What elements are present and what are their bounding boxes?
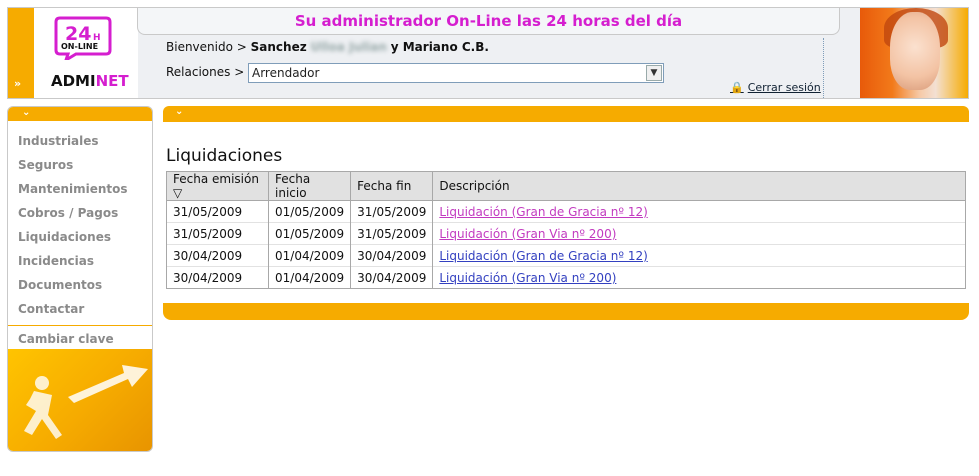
logout-label: Cerrar sesión — [747, 81, 821, 94]
cell-fecha-fin: 30/04/2009 — [350, 266, 434, 289]
table-row: 31/05/2009 01/05/2009 31/05/2009 Liquida… — [166, 222, 966, 245]
table-row: 30/04/2009 01/04/2009 30/04/2009 Liquida… — [166, 266, 966, 289]
main-header-bar: ⌄ — [163, 106, 969, 122]
header-title-bar: Su administrador On-Line las 24 horas de… — [137, 8, 840, 35]
sidebar-item-documentos[interactable]: Documentos — [8, 273, 152, 297]
sort-desc-icon[interactable]: ▽ — [173, 186, 182, 200]
chevron-down-icon[interactable]: ⌄ — [175, 106, 183, 117]
welcome-user-rest: y Mariano C.B. — [390, 40, 489, 54]
sidebar-item-incidencias[interactable]: Incidencias — [8, 249, 152, 273]
cell-fecha-fin: 31/05/2009 — [350, 200, 434, 223]
welcome-label: Bienvenido > — [166, 40, 247, 54]
cell-fecha-inicio: 01/05/2009 — [267, 200, 352, 223]
table-header-row: Fecha emisión ▽ Fecha inicio Fecha fin D… — [166, 171, 966, 201]
liquidacion-link[interactable]: Liquidación (Gran de Gracia nº 12) — [439, 249, 647, 263]
logout-link[interactable]: 🔒 Cerrar sesión — [730, 81, 821, 94]
liquidacion-link[interactable]: Liquidación (Gran Via nº 200) — [439, 271, 616, 285]
sidebar-item-liquidaciones[interactable]: Liquidaciones — [8, 225, 152, 249]
column-descripcion[interactable]: Descripción — [432, 171, 966, 201]
sidebar-item-cambiar-clave[interactable]: Cambiar clave — [8, 328, 152, 350]
cell-fecha-emision: 30/04/2009 — [166, 266, 269, 289]
adminet-wordmark: ADMINET — [51, 72, 129, 90]
brand-part-b: NET — [95, 72, 129, 90]
welcome-user-blurred: Ulloa Julian — [310, 40, 387, 54]
runner-icon — [24, 376, 62, 439]
header-dotted-divider — [823, 38, 824, 98]
cell-fecha-inicio: 01/05/2009 — [267, 222, 352, 245]
photo-face — [890, 12, 940, 90]
relations-select[interactable]: Arrendador ▼ — [248, 63, 664, 83]
sidebar-item-industriales[interactable]: Industriales — [8, 129, 152, 153]
column-fecha-inicio[interactable]: Fecha inicio — [267, 171, 352, 201]
column-fecha-emision[interactable]: Fecha emisión ▽ — [166, 171, 269, 201]
header-photo — [860, 8, 968, 98]
badge-online: ON-LINE — [61, 42, 98, 51]
sidebar-banner — [8, 349, 152, 451]
sidebar-divider — [8, 325, 152, 326]
header: » 24 H ON-LINE ADMINET Su administrador … — [7, 7, 969, 99]
column-fecha-fin[interactable]: Fecha fin — [350, 171, 434, 201]
chevron-down-icon[interactable]: ⌄ — [22, 107, 30, 118]
cell-fecha-fin: 30/04/2009 — [350, 244, 434, 267]
cell-fecha-emision: 31/05/2009 — [166, 200, 269, 223]
sidebar-item-cobros-pagos[interactable]: Cobros / Pagos — [8, 201, 152, 225]
main-footer-bar — [163, 303, 969, 320]
table-row: 31/05/2009 01/05/2009 31/05/2009 Liquida… — [166, 200, 966, 223]
sidebar-menu-secondary: Cambiar clave — [8, 328, 152, 350]
sidebar-header-bar: ⌄ — [8, 107, 152, 121]
cell-fecha-emision: 31/05/2009 — [166, 222, 269, 245]
relations-label: Relaciones > — [166, 65, 245, 79]
online-24h-badge-icon: 24 H ON-LINE — [54, 16, 112, 60]
logo[interactable]: 24 H ON-LINE ADMINET — [34, 8, 138, 98]
sidebar-item-seguros[interactable]: Seguros — [8, 153, 152, 177]
liquidaciones-table: Fecha emisión ▽ Fecha inicio Fecha fin D… — [166, 171, 966, 289]
brand-part-a: ADMI — [51, 72, 96, 90]
cell-fecha-fin: 31/05/2009 — [350, 222, 434, 245]
sidebar-menu: Industriales Seguros Mantenimientos Cobr… — [8, 121, 152, 321]
column-label: Fecha emisión — [173, 172, 259, 186]
cell-fecha-inicio: 01/04/2009 — [267, 244, 352, 267]
chevron-down-icon[interactable]: ▼ — [646, 65, 662, 81]
header-orange-strip: » — [8, 8, 34, 98]
cell-descripcion: Liquidación (Gran de Gracia nº 12) — [432, 200, 966, 223]
welcome-row: Bienvenido > Sanchez Ulloa Julian y Mari… — [166, 40, 489, 54]
page-header-title: Su administrador On-Line las 24 horas de… — [294, 12, 683, 30]
welcome-user: Sanchez — [250, 40, 307, 54]
cell-fecha-inicio: 01/04/2009 — [267, 266, 352, 289]
table-row: 30/04/2009 01/04/2009 30/04/2009 Liquida… — [166, 244, 966, 267]
arrow-icon — [68, 365, 148, 403]
cell-descripcion: Liquidación (Gran Via nº 200) — [432, 266, 966, 289]
sidebar-item-contactar[interactable]: Contactar — [8, 297, 152, 321]
page-title: Liquidaciones — [166, 146, 283, 166]
cell-fecha-emision: 30/04/2009 — [166, 244, 269, 267]
relations-select-value: Arrendador — [252, 66, 320, 80]
liquidacion-link[interactable]: Liquidación (Gran de Gracia nº 12) — [439, 205, 647, 219]
cell-descripcion: Liquidación (Gran Via nº 200) — [432, 222, 966, 245]
sidebar-item-mantenimientos[interactable]: Mantenimientos — [8, 177, 152, 201]
lock-icon: 🔒 — [730, 81, 744, 94]
cell-descripcion: Liquidación (Gran de Gracia nº 12) — [432, 244, 966, 267]
double-chevron-right-icon[interactable]: » — [14, 77, 21, 90]
sidebar: ⌄ Industriales Seguros Mantenimientos Co… — [7, 106, 153, 452]
liquidacion-link[interactable]: Liquidación (Gran Via nº 200) — [439, 227, 616, 241]
